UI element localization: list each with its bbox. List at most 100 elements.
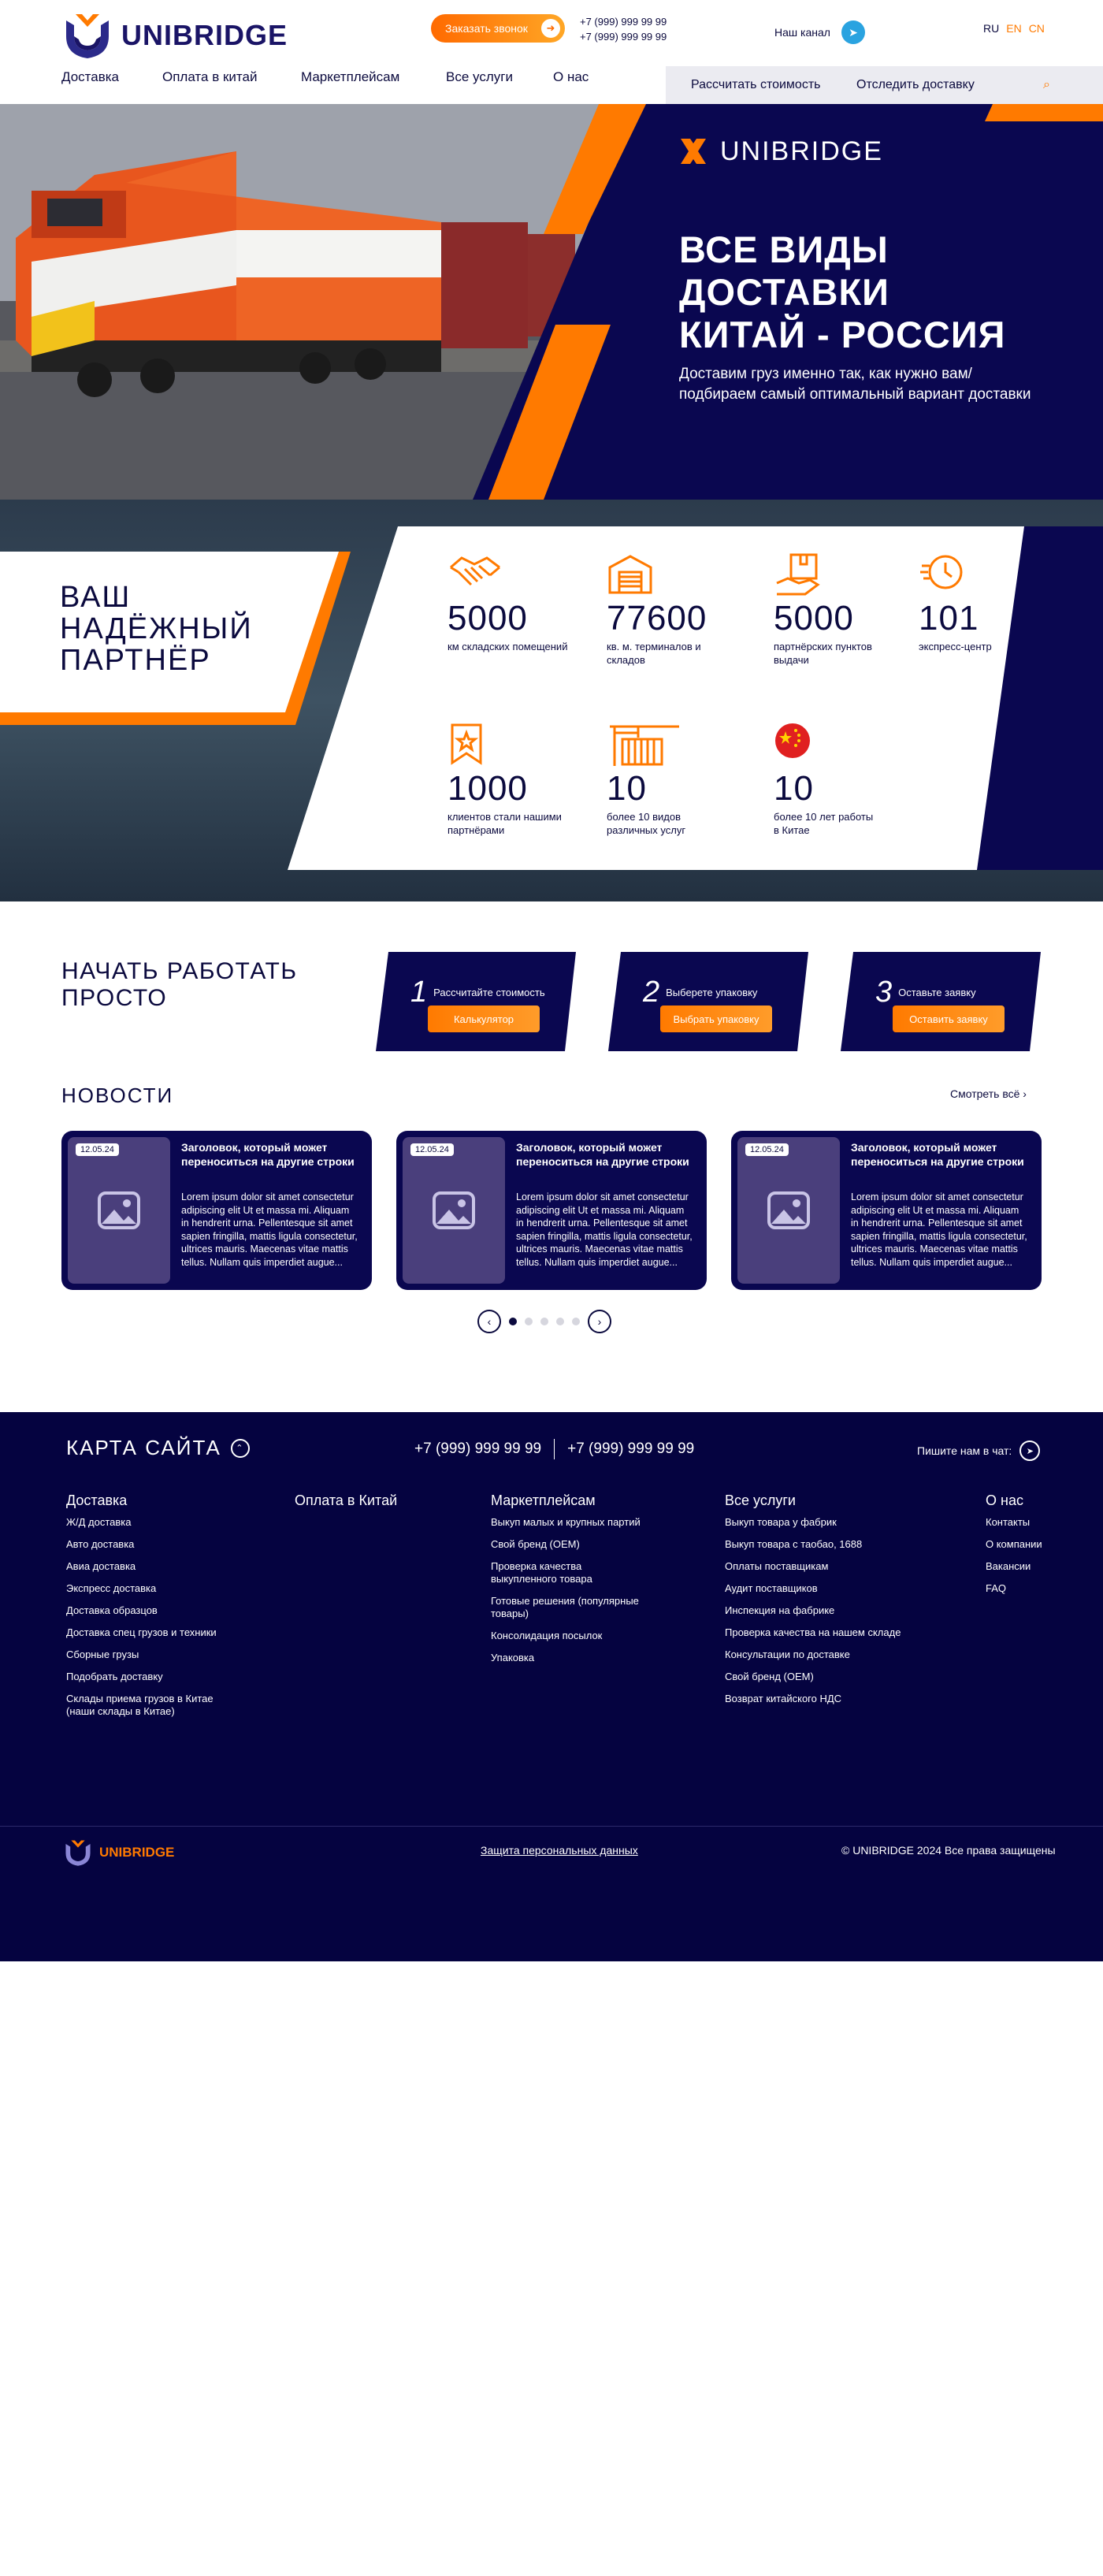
footer-phones: +7 (999) 999 99 99 +7 (999) 999 99 99 xyxy=(414,1439,694,1459)
footer-link[interactable]: Упаковка xyxy=(491,1652,656,1664)
pager-dot[interactable] xyxy=(556,1318,564,1325)
submit-request-button[interactable]: Оставить заявку xyxy=(893,1005,1005,1032)
footer-link[interactable]: Выкуп малых и крупных партий xyxy=(491,1516,656,1529)
news-card[interactable]: 12.05.24 Заголовок, который может перено… xyxy=(396,1131,707,1290)
nav-payment[interactable]: Оплата в китай xyxy=(162,69,301,85)
handshake-icon xyxy=(448,552,581,599)
footer-link[interactable]: Оплаты поставщикам xyxy=(725,1560,930,1573)
step-card-2: 2 Выберете упаковку Выбрать упаковку xyxy=(608,952,808,1051)
footer-phone-2[interactable]: +7 (999) 999 99 99 xyxy=(567,1440,694,1458)
news-date: 12.05.24 xyxy=(745,1143,789,1156)
divider xyxy=(554,1439,555,1459)
footer-link[interactable]: Авто доставка xyxy=(66,1538,255,1551)
header-phone-2[interactable]: +7 (999) 999 99 99 xyxy=(580,29,667,44)
calc-cost-link[interactable]: Рассчитать стоимость xyxy=(691,78,856,92)
footer-link[interactable]: FAQ xyxy=(986,1582,1064,1595)
footer-link[interactable]: Ж/Д доставка xyxy=(66,1516,255,1529)
pager-dot[interactable] xyxy=(572,1318,580,1325)
privacy-link[interactable]: Защита персональных данных xyxy=(481,1844,638,1857)
footer-col-marketplaces: Маркетплейсам Выкуп малых и крупных парт… xyxy=(491,1493,656,1674)
news-card-body: Lorem ipsum dolor sit amet consectetur a… xyxy=(516,1191,693,1268)
calculator-button[interactable]: Калькулятор xyxy=(428,1005,540,1032)
partner-title-line: ПАРТНЁР xyxy=(60,644,211,677)
footer-chat[interactable]: Пишите нам в чат: ➤ xyxy=(917,1440,1041,1461)
footer-col-services: Все услуги Выкуп товара у фабрик Выкуп т… xyxy=(725,1493,930,1715)
partner-title-line: ВАШ xyxy=(60,581,132,614)
footer-link[interactable]: Проверка качества на нашем складе xyxy=(725,1626,930,1639)
footer-link[interactable]: Доставка спец грузов и техники xyxy=(66,1626,255,1639)
footer-link[interactable]: Инспекция на фабрике xyxy=(725,1604,930,1617)
footer-col-title[interactable]: Оплата в Китай xyxy=(295,1493,452,1507)
footer-col-delivery: Доставка Ж/Д доставка Авто доставка Авиа… xyxy=(66,1493,255,1727)
pager-dot[interactable] xyxy=(540,1318,548,1325)
footer-link[interactable]: Сборные грузы xyxy=(66,1649,255,1661)
stat-number: 5000 xyxy=(448,599,528,637)
footer-link[interactable]: Аудит поставщиков xyxy=(725,1582,930,1595)
footer-link[interactable]: Вакансии xyxy=(986,1560,1064,1573)
telegram-channel[interactable]: Наш канал ➤ xyxy=(774,20,865,44)
nav-marketplaces[interactable]: Маркетплейсам xyxy=(301,69,446,85)
nav-about[interactable]: О нас xyxy=(553,69,589,85)
chevron-right-icon[interactable]: › xyxy=(588,1310,611,1333)
footer-link[interactable]: Авиа доставка xyxy=(66,1560,255,1573)
header-phone-1[interactable]: +7 (999) 999 99 99 xyxy=(580,14,667,29)
pager-dot[interactable] xyxy=(509,1318,517,1325)
telegram-icon[interactable]: ➤ xyxy=(1019,1440,1041,1461)
footer-link[interactable]: Консультации по доставке xyxy=(725,1649,930,1661)
chevron-up-icon: ⌃ xyxy=(230,1438,250,1458)
choose-packaging-button[interactable]: Выбрать упаковку xyxy=(660,1005,772,1032)
search-icon[interactable]: ⌕ xyxy=(1043,78,1050,92)
sitemap-toggle[interactable]: КАРТА САЙТА ⌃ xyxy=(66,1436,250,1460)
footer-link[interactable]: Возврат китайского НДС xyxy=(725,1693,930,1705)
lang-ru[interactable]: RU xyxy=(983,22,999,35)
parcel-icon xyxy=(774,552,884,599)
header-logo[interactable]: UNIBRIDGE xyxy=(61,9,288,61)
footer-link[interactable]: Экспресс доставка xyxy=(66,1582,255,1595)
stat-express: 101 экспресс-центр xyxy=(919,552,1068,653)
pager-dot[interactable] xyxy=(525,1318,533,1325)
brand-name: UNIBRIDGE xyxy=(121,19,288,51)
start-title: НАЧАТЬ РАБОТАТЬ ПРОСТО xyxy=(61,958,298,1012)
footer-link[interactable]: Выкуп товара у фабрик xyxy=(725,1516,930,1529)
footer-link[interactable]: Доставка образцов xyxy=(66,1604,255,1617)
footer-col-title[interactable]: Все услуги xyxy=(725,1493,930,1507)
footer-link[interactable]: Свой бренд (OEM) xyxy=(491,1538,656,1551)
order-call-button[interactable]: Заказать звонок ➜ xyxy=(431,14,565,43)
stat-label: партнёрских пунктов выдачи xyxy=(774,641,872,666)
hero-title-line: ДОСТАВКИ xyxy=(679,271,889,313)
stat-label: экспресс-центр xyxy=(919,641,992,652)
footer-phone-1[interactable]: +7 (999) 999 99 99 xyxy=(414,1440,541,1458)
see-all-link[interactable]: Смотреть всё › xyxy=(950,1087,1027,1100)
footer-col-title[interactable]: Маркетплейсам xyxy=(491,1493,656,1507)
china-flag-icon xyxy=(774,722,876,769)
footer-col-title[interactable]: Доставка xyxy=(66,1493,255,1507)
footer-link[interactable]: Проверка качества выкупленного товара xyxy=(491,1560,617,1585)
news-card[interactable]: 12.05.24 Заголовок, который может перено… xyxy=(61,1131,372,1290)
footer-col-title[interactable]: О нас xyxy=(986,1493,1064,1507)
telegram-icon[interactable]: ➤ xyxy=(841,20,865,44)
footer-link[interactable]: Свой бренд (OEM) xyxy=(725,1671,930,1683)
news-card[interactable]: 12.05.24 Заголовок, который может перено… xyxy=(731,1131,1042,1290)
step-number: 1 xyxy=(410,976,428,1009)
footer-link[interactable]: Склады приема грузов в Китае (наши склад… xyxy=(66,1693,224,1718)
footer-link[interactable]: Выкуп товара с таобао, 1688 xyxy=(725,1538,930,1551)
footer-link[interactable]: Консолидация посылок xyxy=(491,1630,656,1642)
lang-cn[interactable]: CN xyxy=(1029,22,1045,35)
footer-logo[interactable]: UNIBRIDGE xyxy=(63,1838,174,1868)
x-mark-icon xyxy=(681,139,706,164)
stat-label: кв. м. терминалов и складов xyxy=(607,641,701,666)
footer-link[interactable]: Контакты xyxy=(986,1516,1064,1529)
lang-en[interactable]: EN xyxy=(1006,22,1021,35)
footer-link[interactable]: Подобрать доставку xyxy=(66,1671,255,1683)
nav-delivery[interactable]: Доставка xyxy=(61,69,162,85)
stat-terminals: 77600 кв. м. терминалов и складов xyxy=(607,552,733,667)
chevron-left-icon[interactable]: ‹ xyxy=(477,1310,501,1333)
hero-subtitle-line: Доставим груз именно так, как нужно вам/ xyxy=(679,366,972,382)
track-delivery-link[interactable]: Отследить доставку xyxy=(856,78,1034,92)
footer-link[interactable]: Готовые решения (популярные товары) xyxy=(491,1595,656,1620)
nav-services[interactable]: Все услуги xyxy=(446,69,553,85)
stat-number: 10 xyxy=(774,769,814,808)
news-date: 12.05.24 xyxy=(410,1143,454,1156)
footer-link[interactable]: О компании xyxy=(986,1538,1064,1551)
step-text: Рассчитайте стоимость xyxy=(433,987,545,998)
